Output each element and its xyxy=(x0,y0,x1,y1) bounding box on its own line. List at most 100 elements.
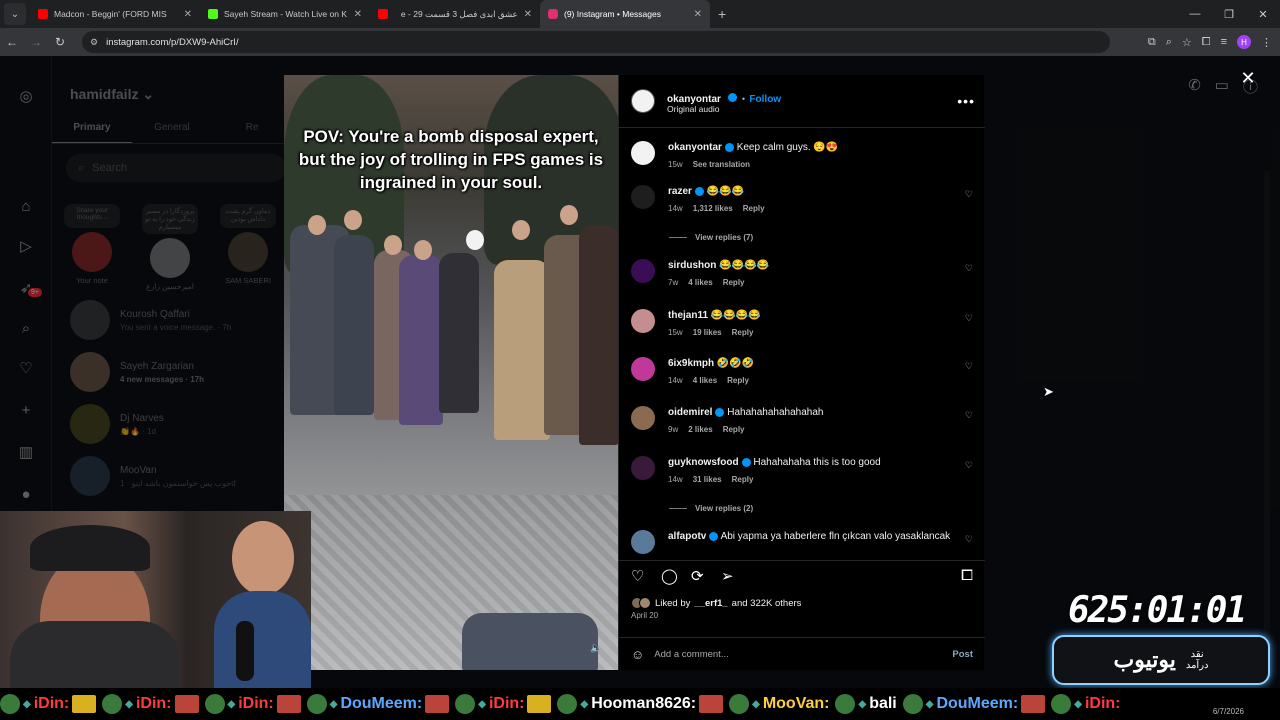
like-comment-heart-icon[interactable]: ♡ xyxy=(965,534,973,545)
ticker-message: ◆ Hooman8626: xyxy=(557,694,724,714)
comment-likes[interactable]: 2 likes xyxy=(688,425,712,434)
comment-username[interactable]: sirdushon xyxy=(668,260,716,271)
ticker-message: ◆ DouMeem: xyxy=(306,694,450,714)
person-head xyxy=(384,235,402,255)
view-replies-button[interactable]: View replies (7) xyxy=(669,233,753,242)
like-comment-heart-icon[interactable]: ♡ xyxy=(965,189,973,200)
comment-text: 😂😂😂😂 xyxy=(719,260,769,271)
close-tab-icon[interactable]: ✕ xyxy=(694,9,702,20)
profile-avatar[interactable]: H xyxy=(1237,35,1251,49)
liked-by-user[interactable]: __erf1_ xyxy=(694,598,727,609)
reply-button[interactable]: Reply xyxy=(732,475,754,484)
close-modal-icon[interactable]: ✕ xyxy=(1238,68,1258,89)
reply-button[interactable]: Reply xyxy=(732,328,754,337)
like-comment-heart-icon[interactable]: ♡ xyxy=(965,410,973,421)
person-head xyxy=(344,210,362,230)
comment-username[interactable]: okanyontar xyxy=(668,142,722,153)
comment-likes[interactable]: 4 likes xyxy=(688,278,712,287)
extensions-icon[interactable]: ⧠ xyxy=(1202,36,1211,49)
ticker-message: ◆ iDin: xyxy=(1051,694,1120,714)
reel-video[interactable]: POV: You're a bomb disposal expert, but … xyxy=(284,75,618,670)
new-tab-button[interactable]: + xyxy=(718,6,726,22)
browser-tab[interactable]: عشق ابدی فصل 3 قسمت 29 - e ✕ xyxy=(370,0,540,28)
browser-tab[interactable]: Sayeh Stream - Watch Live on K ✕ xyxy=(200,0,370,28)
share-icon[interactable]: ➢ xyxy=(721,567,734,585)
avatar[interactable] xyxy=(631,530,655,554)
comment-age: 15w xyxy=(668,328,683,337)
emote-icon xyxy=(425,695,450,713)
comment-input[interactable]: Add a comment... xyxy=(654,649,952,660)
close-window-icon[interactable]: ✕ xyxy=(1246,8,1280,21)
comment-likes[interactable]: 4 likes xyxy=(693,376,717,385)
avatar[interactable] xyxy=(631,259,655,283)
comment-username[interactable]: guyknowsfood xyxy=(668,457,739,468)
post-comment-button[interactable]: Post xyxy=(952,649,973,660)
audio-link[interactable]: Original audio xyxy=(667,104,719,114)
save-bookmark-icon[interactable]: ⧠ xyxy=(961,567,973,584)
comment-likes[interactable]: 19 likes xyxy=(693,328,722,337)
guest-face xyxy=(232,521,294,595)
phone-icon[interactable]: ✆ xyxy=(1188,76,1201,97)
like-comment-heart-icon[interactable]: ♡ xyxy=(965,263,973,274)
close-tab-icon[interactable]: ✕ xyxy=(184,9,192,20)
avatar[interactable] xyxy=(631,456,655,480)
reload-icon[interactable]: ↻ xyxy=(48,35,72,49)
view-replies-button[interactable]: View replies (2) xyxy=(669,504,753,513)
subscriber-badge-icon: ◆ xyxy=(23,698,31,710)
audio-toggle-icon[interactable]: 🔈 xyxy=(590,643,602,654)
browser-tab[interactable]: Madcon - Beggin' (FORD MIS ✕ xyxy=(30,0,200,28)
address-bar[interactable]: ⚙ instagram.com/p/DXW9-AhiCrI/ xyxy=(82,31,1110,53)
more-options-icon[interactable]: ••• xyxy=(957,93,975,109)
avatar[interactable] xyxy=(631,141,655,165)
minimize-icon[interactable]: — xyxy=(1178,8,1212,20)
back-icon[interactable]: ← xyxy=(0,35,24,49)
browser-menu-icon[interactable]: ⋮ xyxy=(1261,36,1272,49)
site-info-icon[interactable]: ⚙ xyxy=(90,37,98,48)
comment-age: 9w xyxy=(668,425,679,434)
tab-search-button[interactable]: ⌄ xyxy=(4,3,26,25)
subscriber-badge-icon: ◆ xyxy=(752,698,760,710)
verified-badge-icon xyxy=(741,457,751,467)
reply-button[interactable]: Reply xyxy=(727,376,749,385)
comment-icon[interactable]: ◯ xyxy=(661,567,678,585)
comment-username[interactable]: oidemirel xyxy=(668,407,712,418)
zoom-icon[interactable]: ⌕ xyxy=(1166,36,1172,49)
ticker-message: ◆ iDin: xyxy=(0,694,97,714)
comment-username[interactable]: alfapotv xyxy=(668,531,706,542)
emoji-icon[interactable]: ☺ xyxy=(631,647,644,662)
comment-username[interactable]: razer xyxy=(668,186,692,197)
video-call-icon[interactable]: ▭ xyxy=(1215,76,1229,97)
follow-button[interactable]: Follow xyxy=(749,94,781,105)
remix-icon[interactable]: ⟳ xyxy=(691,567,704,585)
author-avatar[interactable] xyxy=(631,89,655,113)
window-controls: — ❐ ✕ xyxy=(1178,0,1280,28)
person-head xyxy=(560,205,578,225)
media-control-icon[interactable]: ≡ xyxy=(1221,36,1227,48)
close-tab-icon[interactable]: ✕ xyxy=(524,9,532,20)
comment-username[interactable]: thejan11 xyxy=(668,310,708,321)
like-comment-heart-icon[interactable]: ♡ xyxy=(965,460,973,471)
person xyxy=(399,255,443,425)
like-heart-icon[interactable]: ♡ xyxy=(631,567,644,585)
comment-likes[interactable]: 31 likes xyxy=(693,475,722,484)
likes-count[interactable]: and 322K others xyxy=(732,598,802,609)
avatar[interactable] xyxy=(631,357,655,381)
like-comment-heart-icon[interactable]: ♡ xyxy=(965,361,973,372)
avatar[interactable] xyxy=(631,309,655,333)
reply-button[interactable]: Reply xyxy=(723,425,745,434)
see-translation-link[interactable]: See translation xyxy=(693,160,750,169)
close-tab-icon[interactable]: ✕ xyxy=(354,9,362,20)
avatar[interactable] xyxy=(631,185,655,209)
reply-button[interactable]: Reply xyxy=(723,278,745,287)
reply-button[interactable]: Reply xyxy=(743,204,765,213)
browser-tab-active[interactable]: (9) Instagram • Messages ✕ xyxy=(540,0,710,28)
comment-likes[interactable]: 1,312 likes xyxy=(693,204,733,213)
forward-icon[interactable]: → xyxy=(24,35,48,49)
install-app-icon[interactable]: ⧉ xyxy=(1148,36,1156,49)
comment-username[interactable]: 6ix9kmph xyxy=(668,358,714,369)
verified-badge-icon xyxy=(715,407,725,417)
maximize-icon[interactable]: ❐ xyxy=(1212,8,1246,21)
avatar[interactable] xyxy=(631,406,655,430)
like-comment-heart-icon[interactable]: ♡ xyxy=(965,313,973,324)
bookmark-star-icon[interactable]: ☆ xyxy=(1182,36,1192,49)
